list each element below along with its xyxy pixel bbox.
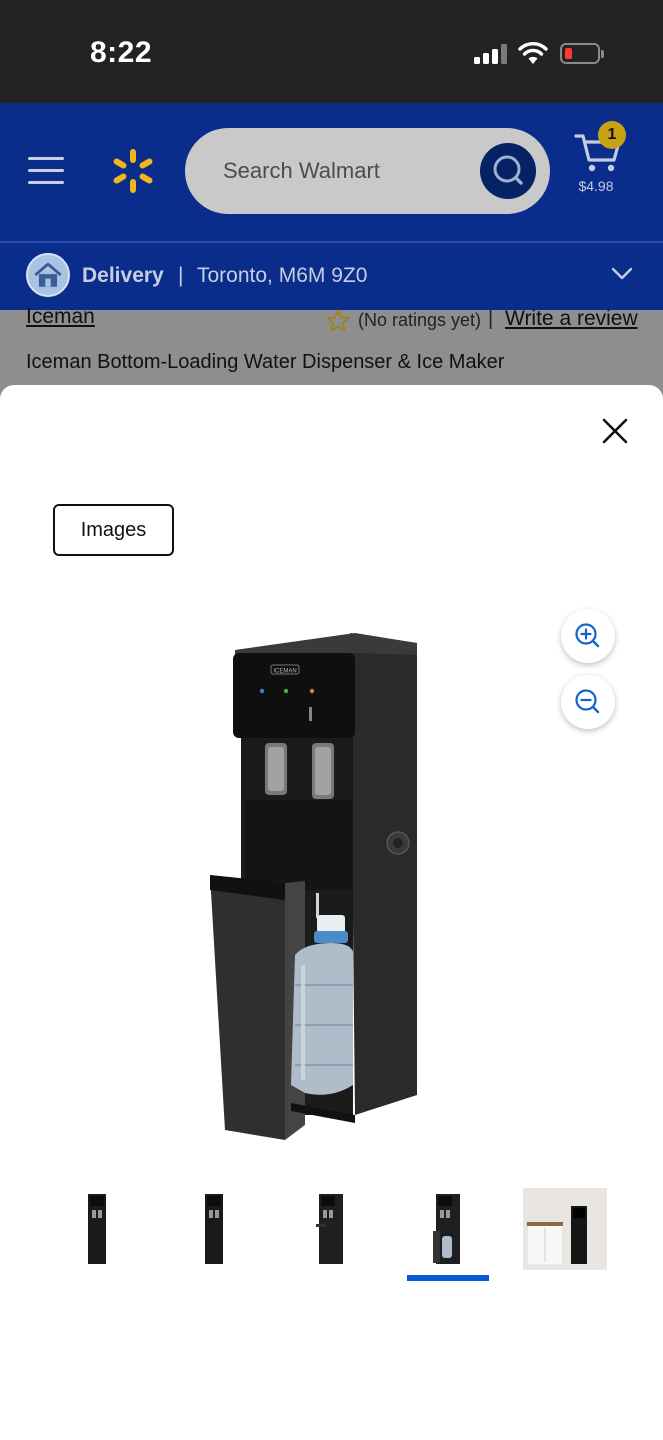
close-icon[interactable] — [600, 416, 630, 446]
search-bar[interactable] — [185, 128, 550, 214]
thumbnail-4[interactable] — [406, 1186, 490, 1272]
zoom-in-icon — [575, 623, 600, 648]
chevron-down-icon[interactable] — [610, 265, 634, 283]
images-tab[interactable]: Images — [53, 504, 174, 556]
delivery-label: Delivery — [82, 264, 164, 287]
house-icon — [26, 253, 70, 297]
thumbnail-selected-indicator — [407, 1275, 489, 1281]
cart-total: $4.98 — [578, 178, 614, 194]
battery-icon — [560, 43, 600, 64]
main-product-image[interactable]: ICEMAN — [195, 625, 435, 1145]
cellular-signal-icon — [474, 44, 508, 64]
zoom-out-button[interactable] — [561, 675, 615, 729]
thumbnail-3[interactable] — [289, 1186, 373, 1272]
delivery-location[interactable]: Toronto, M6M 9Z0 — [197, 264, 367, 288]
thumbnail-1[interactable] — [55, 1186, 139, 1272]
search-icon — [493, 155, 523, 185]
delivery-separator: | — [178, 264, 184, 287]
search-input[interactable] — [223, 128, 473, 214]
zoom-in-button[interactable] — [561, 609, 615, 663]
cart-count-badge: 1 — [598, 121, 626, 149]
status-bar: 8:22 — [0, 0, 663, 103]
write-review-link[interactable]: Write a review — [505, 307, 638, 331]
search-button[interactable] — [480, 143, 536, 199]
dispenser-logo: ICEMAN — [273, 669, 296, 675]
walmart-spark-icon[interactable] — [110, 148, 156, 194]
star-icon — [326, 309, 350, 332]
thumbnail-5[interactable] — [523, 1186, 607, 1272]
battery-cap — [601, 50, 604, 58]
status-time: 8:22 — [90, 36, 153, 69]
menu-icon[interactable] — [28, 157, 64, 185]
product-title: Iceman Bottom-Loading Water Dispenser & … — [26, 351, 505, 373]
zoom-out-icon — [575, 689, 600, 714]
wifi-icon — [518, 42, 548, 64]
ratings-text: (No ratings yet) — [358, 310, 482, 330]
ratings-separator: | — [488, 308, 494, 330]
thumbnail-2[interactable] — [172, 1186, 256, 1272]
brand-link[interactable]: Iceman — [26, 305, 95, 329]
